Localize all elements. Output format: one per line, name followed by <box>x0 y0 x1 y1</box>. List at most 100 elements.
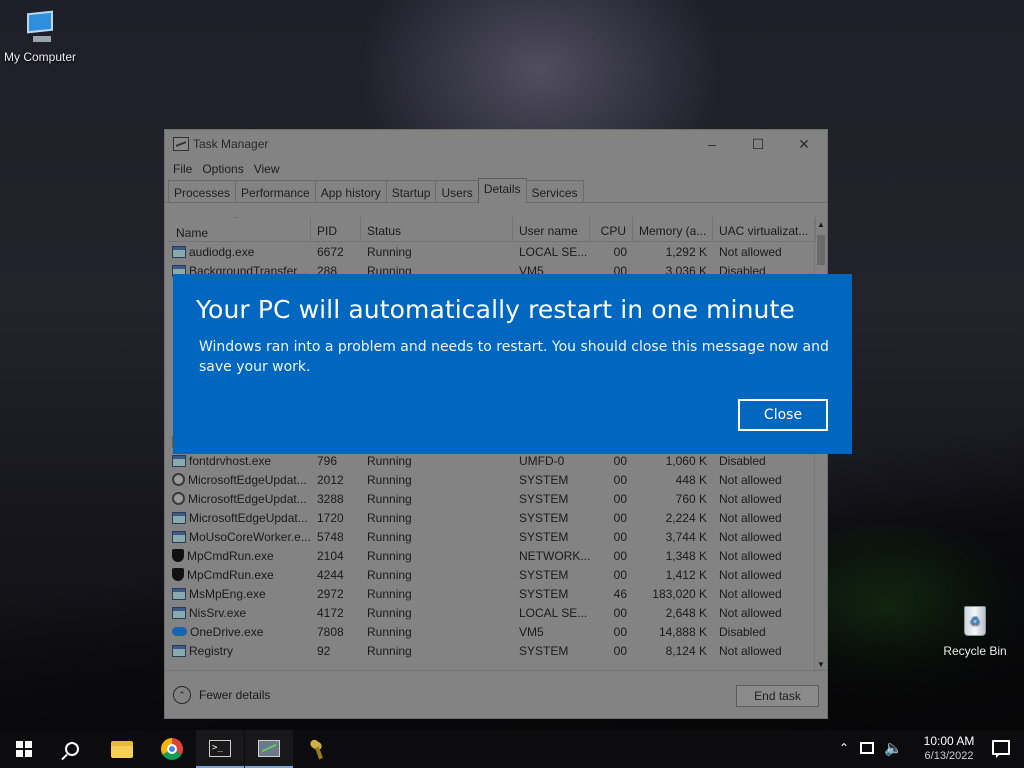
column-header-memory[interactable]: Memory (a... <box>633 217 713 241</box>
process-name: MicrosoftEdgeUpdat... <box>168 508 311 527</box>
table-row[interactable]: MpCmdRun.exe 2104 Running NETWORK... 00 1,348… <box>168 546 816 565</box>
scroll-down-icon[interactable]: ▼ <box>817 660 825 669</box>
process-name: MsMpEng.exe <box>168 584 311 603</box>
minimize-button[interactable]: – <box>689 130 735 158</box>
process-name: MicrosoftEdgeUpdat... <box>168 470 311 489</box>
table-row[interactable]: OneDrive.exe 7808 Running VM5 00 14,888 K Disa… <box>168 622 816 641</box>
menu-options[interactable]: Options <box>197 158 248 180</box>
menu-file[interactable]: File <box>168 158 197 180</box>
process-user: VM5 <box>519 625 544 639</box>
window-footer: ⌃ Fewer details End task <box>165 670 827 718</box>
process-memory: 760 K <box>675 492 707 506</box>
table-row[interactable]: audiodg.exe 6672 Running LOCAL SE... 00 1,292… <box>168 242 816 261</box>
process-uac: Not allowed <box>719 492 782 506</box>
win-process-icon <box>172 644 186 657</box>
process-uac: Disabled <box>719 625 766 639</box>
win-process-icon <box>172 454 186 467</box>
process-name: MicrosoftEdgeUpdat... <box>168 489 311 508</box>
process-name: MpCmdRun.exe <box>168 565 311 584</box>
close-button[interactable]: Close <box>738 399 828 431</box>
tab-users[interactable]: Users <box>435 180 479 202</box>
process-pid: 92 <box>317 644 331 658</box>
close-window-button[interactable]: ✕ <box>781 130 827 158</box>
scroll-up-icon[interactable]: ▲ <box>817 220 825 229</box>
desktop-icon-my-computer[interactable]: My Computer <box>0 10 80 64</box>
taskbar-task-manager[interactable] <box>245 730 293 768</box>
desktop-icon-label: My Computer <box>3 50 77 64</box>
table-row[interactable]: MicrosoftEdgeUpdat... 2012 Running SYSTEM 00… <box>168 470 816 489</box>
show-hidden-icons-chevron-icon[interactable]: ⌃ <box>839 741 849 755</box>
process-status: Running <box>367 644 412 658</box>
process-user: SYSTEM <box>519 492 569 506</box>
tab-startup[interactable]: Startup <box>385 180 437 202</box>
tab-performance[interactable]: Performance <box>235 180 316 202</box>
process-status: Running <box>367 492 412 506</box>
process-uac: Not allowed <box>719 568 782 582</box>
process-memory: 3,744 K <box>665 530 707 544</box>
process-status: Running <box>367 473 412 487</box>
taskbar-file-explorer[interactable] <box>98 730 146 768</box>
search-button[interactable] <box>48 730 96 768</box>
maximize-button[interactable]: ☐ <box>735 130 781 158</box>
process-cpu: 00 <box>613 245 627 259</box>
process-cpu: 00 <box>613 568 627 582</box>
fewer-details-label: Fewer details <box>199 688 271 702</box>
clock-date: 6/13/2022 <box>924 750 974 762</box>
dialog-message: Windows ran into a problem and needs to … <box>199 339 829 375</box>
process-status: Running <box>367 245 412 259</box>
table-row[interactable]: MpCmdRun.exe 4244 Running SYSTEM 00 1,412 K No… <box>168 565 816 584</box>
process-uac: Not allowed <box>719 644 782 658</box>
volume-icon[interactable]: 🔈 <box>884 739 903 757</box>
action-center-icon[interactable] <box>992 740 1010 758</box>
desktop-icon-recycle-bin[interactable]: ♻ Recycle Bin <box>935 604 1015 658</box>
column-header-cpu[interactable]: CPU <box>590 217 633 241</box>
column-header-name[interactable]: ⌃ Name <box>168 217 311 241</box>
end-task-button[interactable]: End task <box>736 685 819 707</box>
process-memory: 8,124 K <box>665 644 707 658</box>
shield-process-icon <box>172 549 184 562</box>
column-header-user-name[interactable]: User name <box>513 217 590 241</box>
column-header-uac[interactable]: UAC virtualizat... <box>713 217 816 241</box>
table-row[interactable]: Registry 92 Running SYSTEM 00 8,124 K Not allo… <box>168 641 816 660</box>
process-memory: 1,412 K <box>665 568 707 582</box>
process-memory: 2,224 K <box>665 511 707 525</box>
taskbar-command-prompt[interactable]: >_ <box>196 730 244 768</box>
table-row[interactable]: MicrosoftEdgeUpdat... 1720 Running SYSTEM 00… <box>168 508 816 527</box>
win-process-icon <box>172 245 186 258</box>
taskbar-tools[interactable] <box>294 730 342 768</box>
process-pid: 1720 <box>317 511 344 525</box>
process-pid: 3288 <box>317 492 344 506</box>
table-row[interactable]: MoUsoCoreWorker.e... 5748 Running SYSTEM 00 3… <box>168 527 816 546</box>
process-pid: 4244 <box>317 568 344 582</box>
tab-services[interactable]: Services <box>525 180 584 202</box>
process-pid: 6672 <box>317 245 344 259</box>
menu-view[interactable]: View <box>249 158 285 180</box>
title-bar[interactable]: Task Manager – ☐ ✕ <box>165 130 827 158</box>
fewer-details-link[interactable]: ⌃ Fewer details <box>173 686 270 704</box>
process-pid: 5748 <box>317 530 344 544</box>
process-uac: Not allowed <box>719 606 782 620</box>
table-row[interactable]: NisSrv.exe 4172 Running LOCAL SE... 00 2,648 … <box>168 603 816 622</box>
tab-app-history[interactable]: App history <box>314 180 387 202</box>
table-row[interactable]: MsMpEng.exe 2972 Running SYSTEM 46 183,020 K N… <box>168 584 816 603</box>
process-cpu: 00 <box>613 473 627 487</box>
taskbar-chrome[interactable] <box>148 730 196 768</box>
start-button[interactable] <box>0 730 48 768</box>
file-explorer-icon <box>111 740 133 758</box>
table-row[interactable]: MicrosoftEdgeUpdat... 3288 Running SYSTEM 00… <box>168 489 816 508</box>
process-name: Registry <box>168 641 311 660</box>
process-status: Running <box>367 530 412 544</box>
process-memory: 1,348 K <box>665 549 707 563</box>
clock[interactable]: 10:00 AM 6/13/2022 <box>911 734 987 764</box>
gear-process-icon <box>172 492 185 505</box>
network-icon[interactable] <box>860 742 874 754</box>
process-cpu: 00 <box>613 511 627 525</box>
process-name: MpCmdRun.exe <box>168 546 311 565</box>
column-header-status[interactable]: Status <box>361 217 513 241</box>
tab-details[interactable]: Details <box>477 178 527 203</box>
start-icon <box>16 741 32 757</box>
tab-processes[interactable]: Processes <box>168 180 237 202</box>
win-process-icon <box>172 530 186 543</box>
scroll-thumb[interactable] <box>817 235 825 265</box>
column-header-pid[interactable]: PID <box>311 217 361 241</box>
